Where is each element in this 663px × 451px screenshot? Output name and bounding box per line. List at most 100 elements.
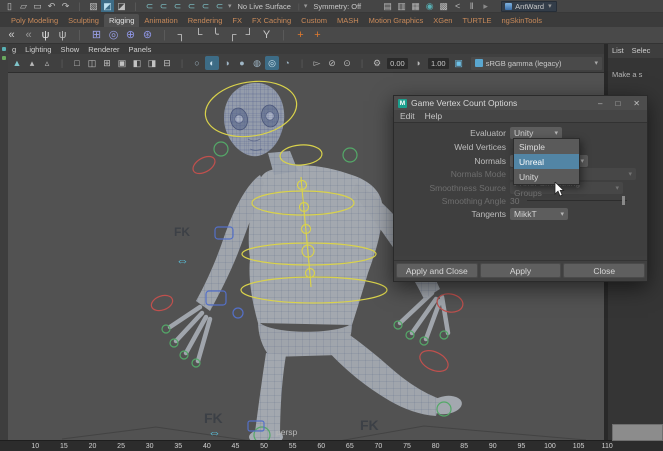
lattice-icon[interactable]: ⊞ — [89, 28, 104, 43]
open-scene-icon[interactable]: ▱ — [17, 0, 30, 12]
new-scene-icon[interactable]: ▯ — [3, 0, 16, 12]
shaded-icon[interactable]: ◐ — [205, 56, 219, 70]
wireframe-icon[interactable]: ○ — [190, 56, 204, 70]
select-component-icon[interactable]: ◩ — [101, 0, 114, 12]
redo-icon[interactable]: ↷ — [59, 0, 72, 12]
colorspace-dropdown[interactable]: sRGB gamma (legacy) ▾ — [471, 57, 602, 70]
dialog-menu-help[interactable]: Help — [425, 111, 442, 121]
shelf-tab[interactable]: FX Caching — [247, 14, 296, 27]
lock-camera-icon[interactable]: ▴ — [25, 56, 39, 70]
wire-sphere-icon[interactable]: ⊕ — [123, 28, 138, 43]
no-live-surface-label[interactable]: No Live Surface — [234, 2, 295, 11]
timeline-tick[interactable]: 80 — [421, 441, 450, 451]
snap-point-icon[interactable]: ⊂ — [171, 0, 184, 12]
shelf-tab[interactable]: Sculpting — [63, 14, 104, 27]
skeleton-select-icon[interactable]: ψ — [55, 28, 70, 43]
resolution-gate-icon[interactable]: ⊞ — [100, 56, 114, 70]
add-joint-icon[interactable]: + — [293, 28, 308, 43]
panel-menu-item[interactable]: g — [12, 45, 16, 54]
joints-xray-icon[interactable]: ⊙ — [340, 56, 354, 70]
timeline-tick[interactable]: 50 — [250, 441, 279, 451]
symmetry-caret-icon[interactable]: ▾ — [303, 2, 309, 10]
isolate-select-icon[interactable]: ▻ — [310, 56, 324, 70]
dropdown-option[interactable]: Unreal — [514, 154, 579, 169]
undo-icon[interactable]: ↶ — [45, 0, 58, 12]
timeline-tick[interactable]: 15 — [50, 441, 79, 451]
xray-icon[interactable]: ⊘ — [325, 56, 339, 70]
render-icon[interactable]: ▤ — [381, 0, 394, 12]
close-button[interactable]: Close — [563, 263, 645, 278]
maximize-icon[interactable]: □ — [615, 99, 620, 108]
fk-switch-arrow-icon[interactable]: ⇔ — [176, 253, 189, 268]
add-influence-icon[interactable]: + — [310, 28, 325, 43]
timeline-tick[interactable]: 75 — [393, 441, 422, 451]
fk-switch-arrow-icon[interactable]: ⇔ — [208, 425, 221, 440]
render-settings-icon[interactable]: ▩ — [437, 0, 450, 12]
dialog-titlebar[interactable]: M Game Vertex Count Options – □ ✕ — [394, 96, 647, 110]
sidebar-menu-list[interactable]: List — [612, 46, 624, 56]
motion-blur-icon[interactable]: ◔ — [280, 56, 294, 70]
safe-action-icon[interactable]: ◨ — [145, 56, 159, 70]
select-object-icon[interactable]: ▧ — [87, 0, 100, 12]
flyout-arrow-icon[interactable]: ▸ — [479, 0, 492, 12]
wrap-deformer-icon[interactable]: ◎ — [106, 28, 121, 43]
panel-menu-item[interactable]: Renderer — [88, 45, 119, 54]
gate-mask-icon[interactable]: ▣ — [115, 56, 129, 70]
shelf-tab[interactable]: TURTLE — [457, 14, 496, 27]
tool-icon[interactable] — [2, 56, 6, 60]
skeleton-icon[interactable]: ψ — [38, 28, 53, 43]
shadows-icon[interactable]: ◍ — [250, 56, 264, 70]
timeline-tick[interactable]: 65 — [336, 441, 365, 451]
shelf-tab[interactable]: ngSkinTools — [497, 14, 547, 27]
tangents-dropdown[interactable]: MikkT ▾ — [510, 208, 568, 220]
joint-tool-icon[interactable]: ┐ — [174, 28, 189, 43]
view-transform-checkbox[interactable]: ▣ — [452, 56, 466, 70]
apply-button[interactable]: Apply — [480, 263, 562, 278]
field-chart-icon[interactable]: ◧ — [130, 56, 144, 70]
timeline-tick[interactable]: 30 — [135, 441, 164, 451]
all-lights-icon[interactable]: ● — [235, 56, 249, 70]
launch-render-icon[interactable]: < — [451, 0, 464, 12]
live-surface-caret-icon[interactable]: ▾ — [227, 2, 233, 10]
screen-space-ao-icon[interactable]: ◎ — [265, 56, 279, 70]
paint-weights-icon[interactable]: Y — [259, 28, 274, 43]
snap-surface-icon[interactable]: ⊂ — [199, 0, 212, 12]
dropdown-option[interactable]: Simple — [514, 139, 579, 154]
textured-icon[interactable]: ◑ — [220, 56, 234, 70]
save-scene-icon[interactable]: ▭ — [31, 0, 44, 12]
timeline-tick[interactable]: 110 — [593, 441, 622, 451]
panel-menu-item[interactable]: Lighting — [25, 45, 51, 54]
symmetry-label[interactable]: Symmetry: Off — [309, 2, 365, 11]
sidebar-menu-selected[interactable]: Selec — [632, 46, 651, 56]
pause-icon[interactable]: ‖ — [465, 0, 478, 12]
time-slider[interactable]: 1015202530354045505560657075808590951001… — [0, 440, 663, 451]
dialog-menu-edit[interactable]: Edit — [400, 111, 415, 121]
timeline-tick[interactable]: 105 — [564, 441, 593, 451]
timeline-tick[interactable]: 95 — [507, 441, 536, 451]
spline-ik-icon[interactable]: ╰ — [208, 28, 223, 43]
panel-menu-item[interactable]: Panels — [129, 45, 152, 54]
timeline-tick[interactable]: 35 — [164, 441, 193, 451]
exposure-field[interactable]: 0.00 — [387, 58, 408, 69]
timeline-tick[interactable]: 70 — [364, 441, 393, 451]
timeline-tick[interactable]: 90 — [479, 441, 508, 451]
camera-attributes-icon[interactable]: ▵ — [40, 56, 54, 70]
shelf-tab[interactable]: Poly Modeling — [6, 14, 63, 27]
renderer-dropdown[interactable]: AntWard ▾ — [501, 1, 556, 12]
edit-skin-icon[interactable]: ┘ — [242, 28, 257, 43]
snap-grid-icon[interactable]: ⊂ — [143, 0, 156, 12]
render-frame-icon[interactable]: ▥ — [395, 0, 408, 12]
grid-toggle-icon[interactable]: □ — [70, 56, 84, 70]
timeline-tick[interactable]: 100 — [536, 441, 565, 451]
shelf-tab[interactable]: Custom — [296, 14, 332, 27]
current-time-field[interactable] — [612, 424, 663, 441]
panel-menu-item[interactable]: Show — [60, 45, 79, 54]
timeline-tick[interactable]: 10 — [21, 441, 50, 451]
film-gate-icon[interactable]: ◫ — [85, 56, 99, 70]
select-hierarchy-icon[interactable]: ◪ — [115, 0, 128, 12]
safe-title-icon[interactable]: ⊟ — [160, 56, 174, 70]
shelf-tab[interactable]: Rigging — [104, 14, 139, 27]
close-icon[interactable]: ✕ — [633, 99, 640, 108]
shelf-tab[interactable]: Animation — [139, 14, 182, 27]
timeline-tick[interactable]: 55 — [278, 441, 307, 451]
